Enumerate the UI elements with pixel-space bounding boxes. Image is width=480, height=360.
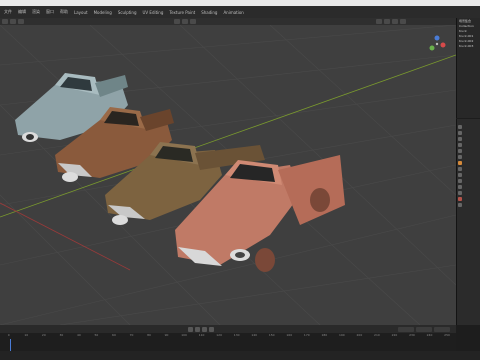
tick-label: 160 — [286, 333, 293, 337]
tick-label: 200 — [356, 333, 363, 337]
particles-icon[interactable] — [458, 173, 462, 177]
status-bar — [0, 351, 480, 360]
transform-pivot-button[interactable] — [174, 19, 180, 24]
timeline[interactable]: 0 10 20 30 40 50 60 70 80 90 100 110 120… — [0, 333, 456, 351]
tick-label: 250 — [444, 333, 450, 337]
texture-icon[interactable] — [458, 203, 462, 207]
3d-viewport[interactable] — [0, 25, 456, 325]
workspace-tab-texture[interactable]: Texture Paint — [169, 10, 195, 15]
properties-tabs — [457, 125, 463, 255]
current-frame-field[interactable] — [398, 326, 414, 332]
tick-label: 170 — [303, 333, 310, 337]
tick-label: 10 — [24, 333, 29, 337]
tick-label: 100 — [181, 333, 187, 337]
scene-icon[interactable] — [458, 149, 462, 153]
properties-editor[interactable] — [456, 119, 480, 325]
proportional-edit-button[interactable] — [190, 19, 196, 24]
render-icon[interactable] — [458, 131, 462, 135]
tick-label: 190 — [338, 333, 345, 337]
tick-label: 140 — [251, 333, 258, 337]
output-icon[interactable] — [458, 137, 462, 141]
material-icon[interactable] — [458, 197, 462, 201]
tick-label: 50 — [94, 333, 99, 337]
tick-label: 240 — [426, 333, 433, 337]
workspace-tab-uv[interactable]: UV Editing — [143, 10, 164, 15]
menu-item-window[interactable]: 窗口 — [46, 9, 54, 15]
outliner-row[interactable]: truck.003 — [457, 43, 480, 48]
shading-solid-button[interactable] — [384, 19, 390, 24]
menu-item-help[interactable]: 帮助 — [60, 9, 68, 15]
menu-item-render[interactable]: 渲染 — [32, 9, 40, 15]
tool-icon[interactable] — [458, 125, 462, 129]
workspace-tab-modeling[interactable]: Modeling — [94, 10, 112, 15]
snap-button[interactable] — [182, 19, 188, 24]
jump-end-button[interactable] — [209, 326, 214, 332]
jump-start-button[interactable] — [188, 326, 193, 332]
shading-material-button[interactable] — [392, 19, 398, 24]
view-menu-button[interactable] — [18, 19, 24, 24]
outliner[interactable]: 场景集合 Collection truck truck.001 truck.00… — [456, 18, 480, 118]
tick-label: 0 — [7, 333, 10, 337]
tick-label: 180 — [321, 333, 328, 337]
playhead[interactable] — [10, 339, 11, 351]
tick-label: 70 — [129, 333, 134, 337]
constraints-icon[interactable] — [458, 185, 462, 189]
viewport-scene — [0, 25, 456, 325]
shading-rendered-button[interactable] — [400, 19, 406, 24]
editor-type-button[interactable] — [2, 19, 8, 24]
menu-bar: 文件 编辑 渲染 窗口 帮助 Layout Modeling Sculpting… — [0, 6, 480, 18]
viewport-header — [0, 18, 456, 25]
tick-label: 80 — [147, 333, 151, 337]
mode-select-button[interactable] — [10, 19, 16, 24]
modifier-icon[interactable] — [458, 167, 462, 171]
menu-item-edit[interactable]: 编辑 — [18, 9, 26, 15]
start-frame-field[interactable] — [416, 326, 432, 332]
tick-label: 60 — [112, 333, 116, 337]
workspace-tab-shading[interactable]: Shading — [201, 10, 217, 15]
tick-label: 110 — [198, 333, 205, 337]
play-button[interactable] — [202, 326, 207, 332]
tick-label: 230 — [409, 333, 415, 337]
menu-item-file[interactable]: 文件 — [4, 9, 12, 15]
tick-label: 30 — [59, 333, 64, 337]
gizmo-z-icon[interactable] — [434, 35, 440, 41]
tick-label: 220 — [391, 333, 398, 337]
gizmo-y-icon[interactable] — [429, 45, 435, 51]
timeline-ruler: 0 10 20 30 40 50 60 70 80 90 100 110 120… — [0, 333, 456, 339]
gizmo-x-icon[interactable] — [440, 42, 446, 48]
play-reverse-button[interactable] — [195, 326, 200, 332]
tick-label: 150 — [268, 333, 275, 337]
workspace-tab-animation[interactable]: Animation — [223, 10, 243, 15]
tick-label: 130 — [233, 333, 240, 337]
timeline-header — [0, 325, 456, 333]
tick-label: 210 — [374, 333, 380, 337]
world-icon[interactable] — [458, 155, 462, 159]
tick-label: 120 — [216, 333, 222, 337]
object-icon[interactable] — [458, 161, 462, 165]
physics-icon[interactable] — [458, 179, 462, 183]
tick-label: 40 — [76, 333, 81, 337]
workspace-tab-layout[interactable]: Layout — [74, 10, 88, 15]
tick-label: 20 — [41, 333, 46, 337]
workspace-tab-sculpting[interactable]: Sculpting — [118, 10, 137, 15]
navigation-gizmo[interactable] — [426, 33, 448, 55]
data-icon[interactable] — [458, 191, 462, 195]
end-frame-field[interactable] — [434, 326, 450, 332]
view-layer-icon[interactable] — [458, 143, 462, 147]
overlay-button[interactable] — [376, 19, 382, 24]
tick-label: 90 — [164, 333, 169, 337]
